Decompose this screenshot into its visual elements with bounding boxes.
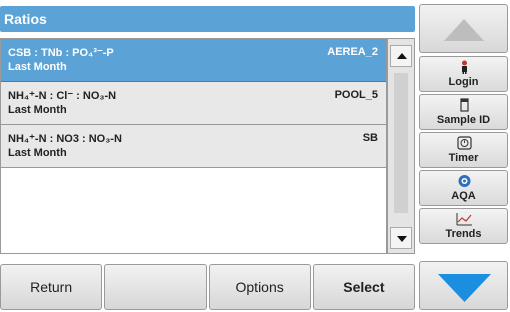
- scroll-up-button[interactable]: [390, 45, 412, 67]
- page-up-button[interactable]: [419, 4, 508, 53]
- page-down-button[interactable]: [419, 261, 508, 310]
- trends-chart-icon: [456, 213, 472, 226]
- list-item-formula: NH₄⁺-N : Cl⁻ : NO₃-N: [8, 90, 117, 102]
- aqa-label: AQA: [451, 190, 476, 202]
- page-title: Ratios: [0, 6, 415, 32]
- sidebar: Login Sample ID Timer AQA Trends: [419, 4, 508, 310]
- list-scrollbar[interactable]: [387, 38, 415, 254]
- scroll-track[interactable]: [394, 73, 408, 213]
- list-item-location: SB: [362, 132, 378, 144]
- list-item[interactable]: CSB : TNb : PO₄³⁻-P Last Month AEREA_2: [1, 39, 386, 82]
- sample-id-label: Sample ID: [436, 114, 491, 126]
- trends-label: Trends: [445, 228, 482, 240]
- list-item-formula: CSB : TNb : PO₄³⁻-P: [8, 47, 114, 59]
- scroll-up-icon: [397, 53, 407, 59]
- sample-id-button[interactable]: Sample ID: [419, 94, 508, 130]
- blank-button[interactable]: [104, 264, 207, 310]
- select-button[interactable]: Select: [312, 264, 415, 310]
- return-button[interactable]: Return: [0, 264, 103, 310]
- list-item-period: Last Month: [8, 104, 67, 116]
- list-item-period: Last Month: [8, 61, 67, 73]
- list-item[interactable]: NH₄⁺-N : NO3 : NO₃-N Last Month SB: [1, 125, 386, 168]
- scroll-down-icon: [397, 236, 407, 242]
- sample-vial-icon: [460, 98, 469, 112]
- timer-label: Timer: [448, 152, 479, 164]
- list-item[interactable]: NH₄⁺-N : Cl⁻ : NO₃-N Last Month POOL_5: [1, 82, 386, 125]
- login-label: Login: [448, 76, 479, 88]
- bottom-toolbar: Return Options Select: [0, 264, 415, 310]
- list-item-location: AEREA_2: [327, 46, 378, 58]
- list-item-formula: NH₄⁺-N : NO3 : NO₃-N: [8, 133, 122, 145]
- login-button[interactable]: Login: [419, 56, 508, 92]
- aqa-icon: [458, 175, 471, 187]
- person-icon: [462, 60, 467, 74]
- timer-icon: [457, 136, 472, 150]
- trends-button[interactable]: Trends: [419, 208, 508, 244]
- arrow-up-icon: [444, 19, 484, 41]
- list-item-location: POOL_5: [334, 89, 378, 101]
- list-item-period: Last Month: [8, 147, 67, 159]
- timer-button[interactable]: Timer: [419, 132, 508, 168]
- ratio-list: CSB : TNb : PO₄³⁻-P Last Month AEREA_2 N…: [0, 38, 387, 254]
- aqa-button[interactable]: AQA: [419, 170, 508, 206]
- arrow-down-icon: [438, 274, 491, 302]
- scroll-down-button[interactable]: [390, 227, 412, 249]
- options-button[interactable]: Options: [208, 264, 311, 310]
